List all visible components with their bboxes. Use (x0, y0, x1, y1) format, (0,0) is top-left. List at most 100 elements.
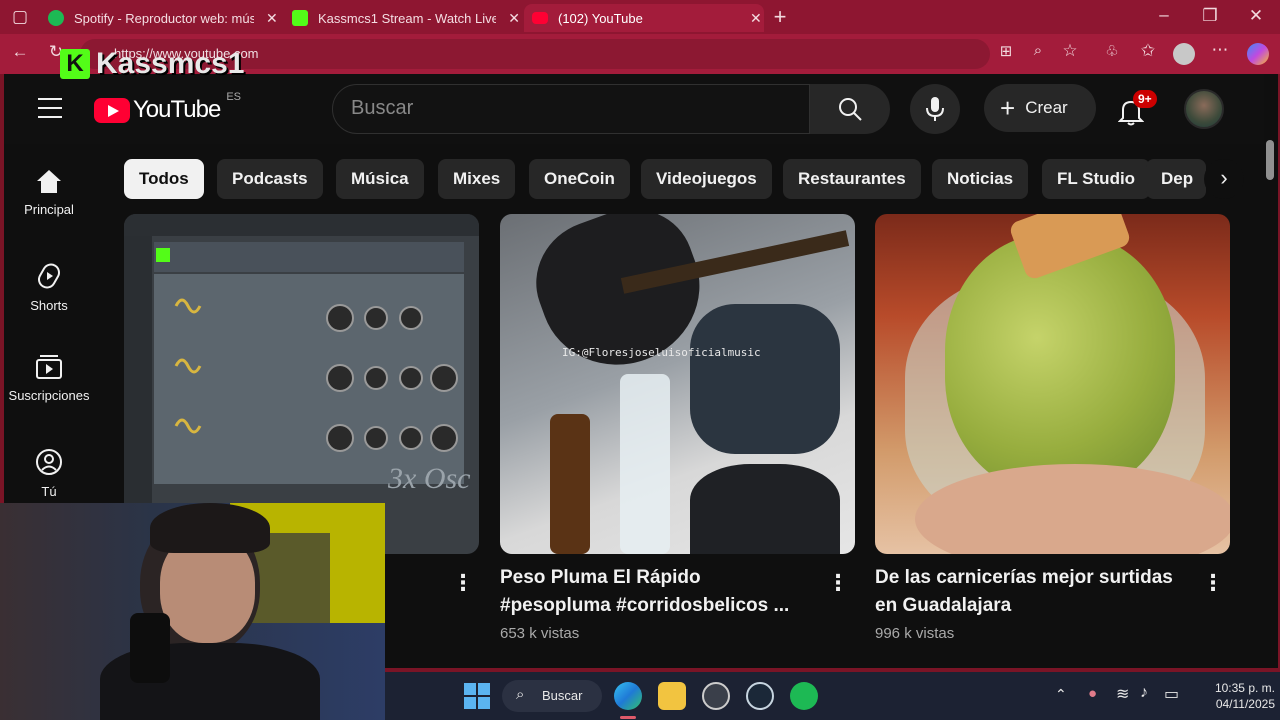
video-2-title[interactable]: Peso Pluma El Rápido #pesopluma #corrido… (500, 564, 810, 620)
close-window-button[interactable]: ✕ (1244, 6, 1268, 26)
nav-label: Tú (41, 484, 57, 499)
video-2-more-icon[interactable]: ⋮ (827, 570, 849, 596)
nav-subscriptions[interactable]: Suscripciones (4, 354, 94, 403)
tab-kick[interactable]: Kassmcs1 Stream - Watch Live on ✕ (284, 4, 520, 32)
file-explorer-icon[interactable] (658, 682, 686, 710)
country-code: ES (226, 91, 241, 103)
chip-todos[interactable]: Todos (124, 159, 204, 199)
back-icon[interactable]: ← (8, 42, 32, 62)
logo-text: YouTube (133, 96, 221, 123)
windows-taskbar: ⌕ Buscar ⌃ ● ≋ ♪ ▭ 10:35 p. m. 04/11/202… (385, 672, 1280, 720)
video-title-line: De las carnicerías mejor surtidas (875, 567, 1173, 588)
chevron-up-icon[interactable]: ⌃ (1055, 686, 1067, 703)
video-2-views: 653 k vistas (500, 625, 580, 642)
search-button[interactable] (810, 84, 890, 134)
chip-restaurantes[interactable]: Restaurantes (783, 159, 921, 199)
windows-start-icon[interactable] (464, 683, 490, 709)
close-icon[interactable]: ✕ (266, 10, 278, 27)
tab-label: (102) YouTube (558, 10, 643, 26)
plus-icon: + (1000, 93, 1016, 123)
tab-label: Spotify - Reproductor web: músic (74, 10, 254, 26)
nav-you[interactable]: Tú (4, 448, 94, 499)
close-icon[interactable]: ✕ (750, 10, 762, 27)
youtube-play-icon (94, 97, 130, 123)
video-3-views: 996 k vistas (875, 625, 955, 642)
chip-mixes[interactable]: Mixes (438, 159, 516, 199)
search-icon: ⌕ (516, 686, 525, 703)
video-1-more-icon[interactable]: ⋮ (452, 570, 474, 596)
webcam-overlay (0, 503, 385, 720)
chip-musica[interactable]: Música (336, 159, 424, 199)
browser-tab-bar: ▢ Spotify - Reproductor web: músic ✕ Kas… (0, 0, 1280, 34)
microphone-icon (926, 97, 944, 121)
shorts-icon (38, 263, 60, 289)
video-3-title[interactable]: De las carnicerías mejor surtidas en Gua… (875, 564, 1185, 620)
more-menu-icon[interactable]: ⋯ (1208, 40, 1232, 60)
chip-noticias[interactable]: Noticias (932, 159, 1029, 199)
copilot-icon[interactable] (1247, 43, 1269, 65)
clock[interactable]: 10:35 p. m. 04/11/2025 (1195, 680, 1275, 712)
nav-label: Principal (24, 202, 74, 217)
restore-button[interactable]: ❐ (1198, 6, 1222, 26)
new-tab-button[interactable]: + (768, 4, 792, 30)
close-icon[interactable]: ✕ (508, 10, 520, 27)
streamer-overlay-logo: K Kassmcs1 (60, 46, 244, 82)
chip-podcasts[interactable]: Podcasts (217, 159, 323, 199)
notifications-button[interactable]: 9+ (1116, 90, 1157, 130)
obs-icon[interactable] (702, 682, 730, 710)
video-3-more-icon[interactable]: ⋮ (1202, 570, 1224, 596)
youtube-header: YouTube ES Buscar + Crear 9+ (4, 74, 1264, 144)
chip-videojuegos[interactable]: Videojuegos (641, 159, 772, 199)
tab-spotify[interactable]: Spotify - Reproductor web: músic ✕ (40, 4, 284, 32)
youtube-icon (532, 12, 548, 24)
minimize-button[interactable]: – (1152, 5, 1176, 25)
youtube-logo[interactable]: YouTube ES (94, 91, 241, 124)
subscriptions-icon (36, 355, 62, 379)
volume-icon[interactable]: ♪ (1140, 684, 1148, 702)
nav-home[interactable]: Principal (4, 168, 94, 217)
thumbnail-text: IG:@Floresjoseluisoficialmusic (562, 346, 761, 359)
tab-label: Kassmcs1 Stream - Watch Live on (318, 10, 497, 26)
kick-logo-icon: K (60, 49, 90, 79)
extensions-icon[interactable]: ♧ (1100, 42, 1124, 60)
chip-fl-studio[interactable]: FL Studio (1042, 159, 1151, 199)
chips-next-button[interactable]: › (1204, 159, 1244, 199)
page-scrollbar[interactable] (1266, 140, 1274, 180)
video-thumbnail-3[interactable] (875, 214, 1230, 554)
profile-avatar[interactable] (1173, 43, 1195, 65)
search-icon (839, 98, 862, 121)
spotify-icon (48, 10, 64, 26)
apps-icon[interactable]: ⊞ (994, 42, 1018, 60)
chip-onecoin[interactable]: OneCoin (529, 159, 630, 199)
microphone-tray-icon[interactable]: ● (1088, 685, 1097, 702)
voice-search-button[interactable] (910, 84, 960, 134)
wifi-icon[interactable]: ≋ (1116, 684, 1129, 704)
zoom-icon[interactable]: ⌕ (1026, 42, 1050, 59)
favorite-star-icon[interactable]: ☆ (1058, 41, 1082, 61)
spotify-taskbar-icon[interactable] (790, 682, 818, 710)
active-app-indicator (620, 716, 636, 719)
streamer-name: Kassmcs1 (96, 47, 245, 80)
video-title-line: Peso Pluma El Rápido (500, 567, 701, 588)
battery-icon[interactable]: ▭ (1164, 684, 1179, 704)
nav-shorts[interactable]: Shorts (4, 262, 94, 313)
taskbar-search-label: Buscar (542, 688, 583, 703)
tab-actions-icon[interactable]: ▢ (8, 7, 32, 27)
account-avatar[interactable] (1184, 89, 1224, 129)
create-button[interactable]: + Crear (984, 84, 1096, 132)
search-input[interactable]: Buscar (332, 84, 810, 134)
video-title-line: #pesopluma #corridosbelicos ... (500, 595, 790, 616)
you-icon (36, 449, 62, 475)
video-title-line: en Guadalajara (875, 595, 1012, 616)
favorites-icon[interactable]: ✩ (1136, 41, 1160, 61)
filter-chips: Todos Podcasts Música Mixes OneCoin Vide… (84, 144, 1264, 214)
nav-label: Suscripciones (8, 388, 90, 403)
steam-icon[interactable] (746, 682, 774, 710)
home-icon (37, 170, 61, 193)
menu-icon[interactable] (38, 98, 62, 118)
chip-dep[interactable]: Dep (1146, 159, 1206, 199)
taskbar-search[interactable]: ⌕ Buscar (502, 680, 602, 712)
tab-youtube[interactable]: (102) YouTube ✕ (524, 4, 764, 32)
edge-icon[interactable] (614, 682, 642, 710)
video-thumbnail-2[interactable]: IG:@Floresjoseluisoficialmusic (500, 214, 855, 554)
